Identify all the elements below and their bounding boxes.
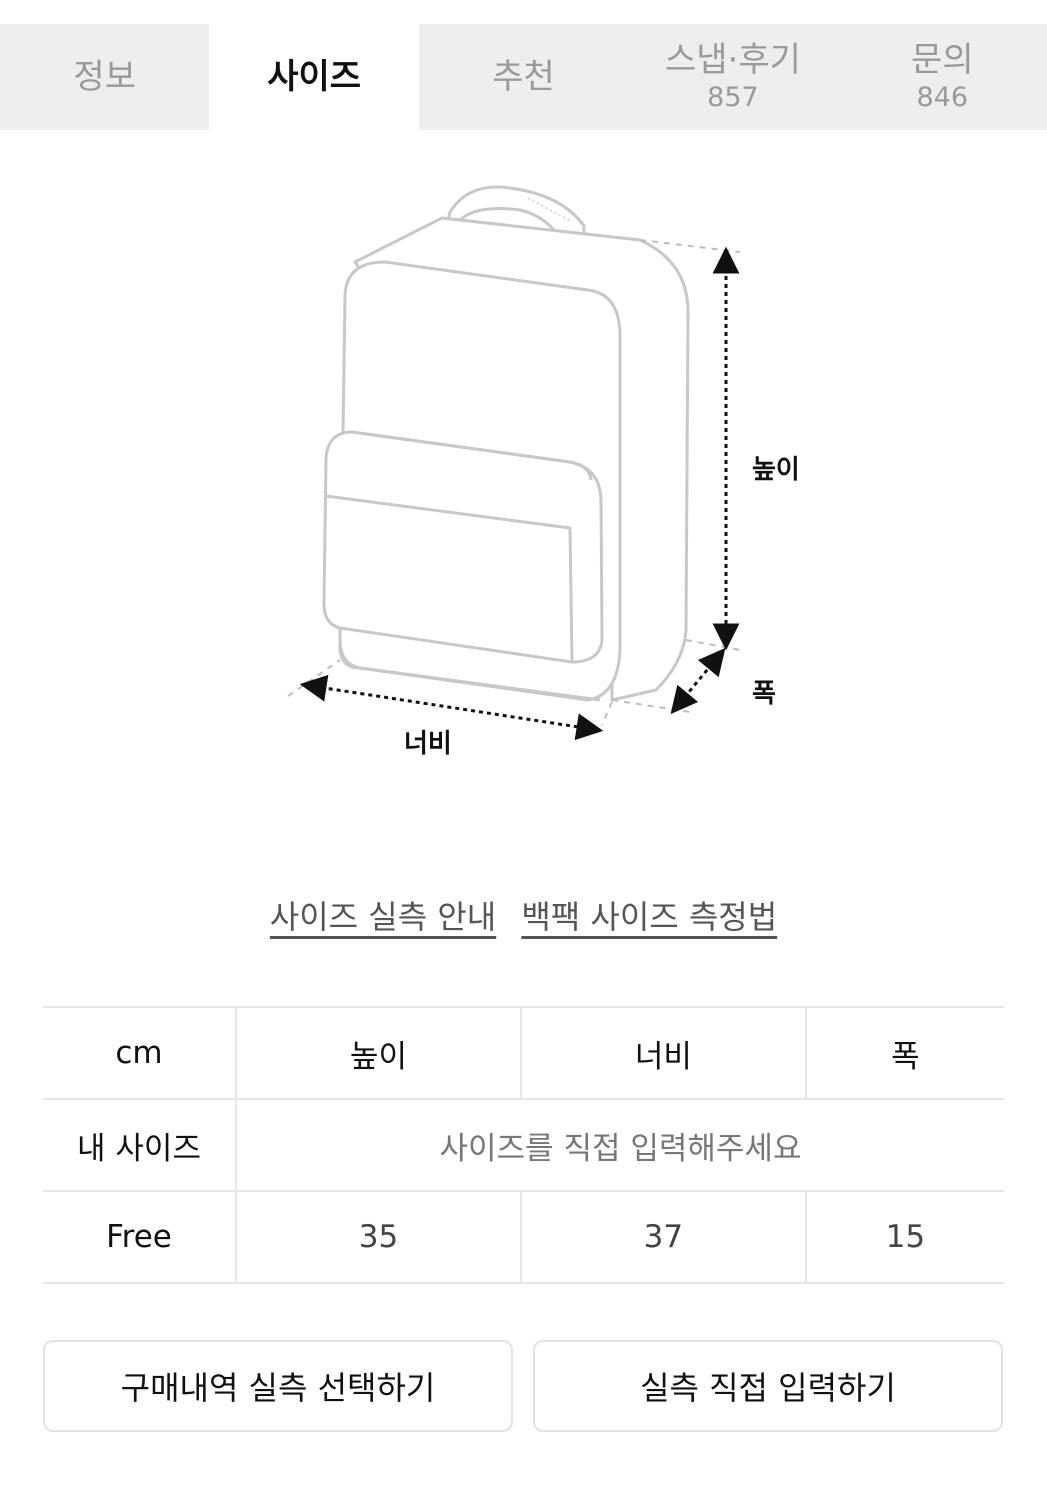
- width-label: 너비: [404, 729, 452, 759]
- depth-dimension-line: [670, 647, 726, 715]
- tab-info[interactable]: 정보: [0, 24, 209, 130]
- tab-recommend-label: 추천: [492, 57, 555, 97]
- header-depth: 폭: [804, 1006, 1004, 1100]
- tab-inquiry-label: 문의: [911, 40, 974, 80]
- my-size-row: 내 사이즈 사이즈를 직접 입력해주세요: [43, 1098, 1004, 1192]
- tab-inquiry[interactable]: 문의 846: [838, 24, 1047, 130]
- tab-info-label: 정보: [73, 57, 136, 97]
- backpack-measure-link[interactable]: 백팩 사이즈 측정법: [521, 898, 777, 936]
- size-name: Free: [43, 1190, 236, 1284]
- size-table: cm 높이 너비 폭 내 사이즈 사이즈를 직접 입력해주세요 Free 35 …: [43, 1006, 1004, 1284]
- header-height: 높이: [235, 1006, 521, 1100]
- tab-snap-review-count: 857: [707, 82, 759, 113]
- height-value: 35: [235, 1190, 521, 1284]
- depth-label: 폭: [752, 679, 776, 709]
- width-value: 37: [519, 1190, 806, 1284]
- tab-bar: 정보 사이즈 추천 스냅·후기 857 문의 846: [0, 24, 1047, 130]
- backpack-icon: [322, 185, 690, 702]
- my-size-input[interactable]: 사이즈를 직접 입력해주세요: [235, 1098, 1004, 1192]
- my-size-label: 내 사이즈: [43, 1098, 236, 1192]
- tab-snap-review-label: 스냅·후기: [664, 40, 801, 80]
- select-from-history-button[interactable]: 구매내역 실측 선택하기: [43, 1340, 513, 1432]
- tab-snap-review[interactable]: 스냅·후기 857: [628, 24, 837, 130]
- size-guide-link[interactable]: 사이즈 실측 안내: [270, 898, 496, 936]
- table-header-row: cm 높이 너비 폭: [43, 1006, 1004, 1100]
- tab-inquiry-count: 846: [916, 82, 969, 113]
- backpack-size-diagram: 높이 폭 너비: [287, 185, 800, 759]
- manual-input-button[interactable]: 실측 직접 입력하기: [533, 1340, 1003, 1432]
- guide-links: 사이즈 실측 안내 백팩 사이즈 측정법: [0, 892, 1047, 938]
- tab-size-label: 사이즈: [267, 57, 362, 97]
- table-row: Free 35 37 15: [43, 1190, 1004, 1284]
- tab-size[interactable]: 사이즈: [209, 24, 419, 130]
- depth-value: 15: [804, 1190, 1004, 1284]
- tab-recommend[interactable]: 추천: [419, 24, 628, 130]
- height-label: 높이: [752, 455, 800, 485]
- header-unit: cm: [43, 1006, 236, 1100]
- header-width: 너비: [519, 1006, 806, 1100]
